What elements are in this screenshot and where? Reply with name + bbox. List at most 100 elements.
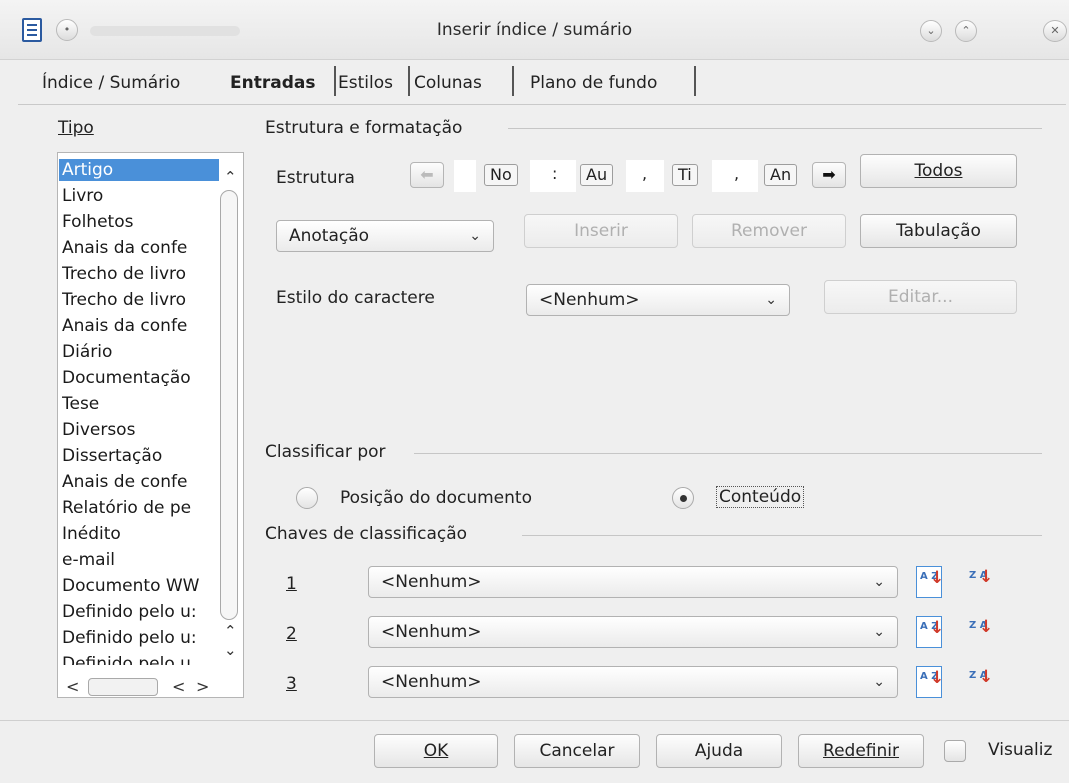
- chevron-down-icon: ⌄: [873, 674, 885, 690]
- ok-button[interactable]: OK: [374, 734, 498, 768]
- list-item[interactable]: Definido pelo u:: [62, 601, 220, 623]
- sort-key-combo-2[interactable]: <Nenhum> ⌄: [368, 616, 898, 648]
- remover-button[interactable]: Remover: [692, 214, 846, 248]
- radio-posicao-label[interactable]: Posição do documento: [340, 488, 532, 508]
- reset-button[interactable]: Redefinir: [798, 734, 924, 768]
- sort-key-combo-1[interactable]: <Nenhum> ⌄: [368, 566, 898, 598]
- editar-button-label: Editar...: [888, 287, 953, 307]
- list-item[interactable]: Tese: [62, 393, 220, 415]
- tipo-label: Tipo: [58, 118, 94, 138]
- list-item[interactable]: Inédito: [62, 523, 220, 545]
- ok-button-label: OK: [423, 741, 449, 761]
- char-style-combo[interactable]: <Nenhum> ⌄: [526, 284, 790, 316]
- list-item[interactable]: Livro: [62, 185, 220, 207]
- sort-descending-icon[interactable]: Z A ↓: [966, 666, 993, 698]
- list-item[interactable]: Trecho de livro: [62, 263, 220, 285]
- token-no[interactable]: No: [484, 164, 518, 186]
- preview-label[interactable]: Visualiz: [988, 740, 1052, 760]
- help-button[interactable]: Ajuda: [656, 734, 782, 768]
- tab-entradas[interactable]: Entradas: [230, 68, 315, 98]
- list-item[interactable]: Anais da confe: [62, 315, 220, 337]
- token-an[interactable]: An: [764, 164, 798, 186]
- sort-ascending-icon[interactable]: A Z ↓: [916, 666, 944, 698]
- scroll-right-icon[interactable]: >: [196, 679, 209, 695]
- editar-button[interactable]: Editar...: [824, 280, 1017, 314]
- char-style-label: Estilo do caractere: [276, 288, 435, 308]
- inserir-button[interactable]: Inserir: [524, 214, 678, 248]
- sort-ascending-icon[interactable]: A Z ↓: [916, 566, 944, 598]
- char-style-value: <Nenhum>: [539, 290, 640, 310]
- list-item[interactable]: Definido pelo u:: [62, 627, 220, 649]
- anotacao-combo-value: Anotação: [289, 226, 370, 246]
- list-item[interactable]: Anais de confe: [62, 471, 220, 493]
- title-bar: • Inserir índice / sumário ⌄ ⌃ ✕: [0, 0, 1069, 60]
- scroll-left-icon[interactable]: <: [172, 679, 185, 695]
- list-item[interactable]: Anais da confe: [62, 237, 220, 259]
- list-item[interactable]: Dissertação: [62, 445, 220, 467]
- list-item[interactable]: Diário: [62, 341, 220, 363]
- horizontal-scrollbar[interactable]: [88, 678, 158, 696]
- list-item[interactable]: Definido pelo u: [62, 653, 220, 665]
- token-slot[interactable]: [454, 160, 476, 192]
- estrutura-section-title: Estrutura e formatação: [265, 118, 463, 138]
- sort-key-number: 3: [286, 674, 297, 694]
- sort-descending-icon[interactable]: Z A ↓: [966, 566, 993, 598]
- chevron-down-icon: ⌄: [469, 228, 481, 244]
- tab-estilos[interactable]: Estilos: [338, 68, 393, 98]
- tab-indice-sumario[interactable]: Índice / Sumário: [42, 68, 180, 98]
- list-item[interactable]: Documento WW: [62, 575, 220, 597]
- list-item[interactable]: Folhetos: [62, 211, 220, 233]
- cancel-button-label: Cancelar: [539, 741, 615, 761]
- scroll-up-icon[interactable]: ⌃: [224, 170, 237, 185]
- minimize-icon[interactable]: ⌄: [920, 20, 942, 42]
- scroll-left-icon[interactable]: <: [66, 679, 79, 695]
- arrow-left-icon[interactable]: ⬅: [410, 162, 444, 188]
- divider: [508, 128, 1042, 129]
- radio-conteudo-label[interactable]: Conteúdo: [716, 486, 805, 508]
- scroll-down-icon[interactable]: ⌄: [224, 643, 237, 658]
- list-item[interactable]: Artigo: [59, 159, 219, 181]
- sort-key-combo-3[interactable]: <Nenhum> ⌄: [368, 666, 898, 698]
- tab-separator: [512, 66, 514, 96]
- separator-text: :: [552, 164, 558, 183]
- radio-posicao[interactable]: [296, 487, 318, 509]
- arrow-right-icon[interactable]: ➡: [812, 162, 846, 188]
- separator-text: ,: [642, 164, 648, 183]
- close-icon[interactable]: ✕: [1043, 20, 1067, 42]
- tab-separator: [334, 66, 336, 96]
- sort-key-number: 1: [286, 574, 297, 594]
- scroll-up-icon[interactable]: ⌃: [224, 624, 237, 639]
- sort-key-value: <Nenhum>: [381, 672, 482, 692]
- separator-text: ,: [734, 164, 740, 183]
- anotacao-combo[interactable]: Anotação ⌄: [276, 220, 494, 252]
- chaves-section-title: Chaves de classificação: [265, 524, 468, 544]
- tabulacao-button[interactable]: Tabulação: [860, 214, 1017, 248]
- sort-descending-icon[interactable]: Z A ↓: [966, 616, 993, 648]
- list-item[interactable]: e-mail: [62, 549, 220, 571]
- reset-button-label: Redefinir: [823, 741, 899, 761]
- list-item[interactable]: Diversos: [62, 419, 220, 441]
- vertical-scrollbar[interactable]: [220, 190, 238, 620]
- sort-key-value: <Nenhum>: [381, 572, 482, 592]
- radio-conteudo[interactable]: [672, 487, 694, 509]
- estrutura-label: Estrutura: [276, 168, 355, 188]
- chevron-down-icon: ⌄: [873, 574, 885, 590]
- help-button-label: Ajuda: [694, 741, 744, 761]
- token-au[interactable]: Au: [580, 164, 614, 186]
- maximize-icon[interactable]: ⌃: [955, 20, 977, 42]
- list-item[interactable]: Relatório de pe: [62, 497, 220, 519]
- list-item[interactable]: Documentação: [62, 367, 220, 389]
- todos-button[interactable]: Todos: [860, 154, 1017, 188]
- chevron-down-icon: ⌄: [873, 624, 885, 640]
- token-ti[interactable]: Ti: [672, 164, 698, 186]
- preview-checkbox[interactable]: [944, 740, 966, 762]
- classificar-section-title: Classificar por: [265, 442, 386, 462]
- tab-plano-de-fundo[interactable]: Plano de fundo: [530, 68, 657, 98]
- sort-ascending-icon[interactable]: A Z ↓: [916, 616, 944, 648]
- divider: [522, 535, 1042, 536]
- sort-key-value: <Nenhum>: [381, 622, 482, 642]
- tab-colunas[interactable]: Colunas: [414, 68, 482, 98]
- cancel-button[interactable]: Cancelar: [514, 734, 640, 768]
- list-item[interactable]: Trecho de livro: [62, 289, 220, 311]
- tipo-listbox[interactable]: Artigo Livro Folhetos Anais da confe Tre…: [57, 152, 244, 698]
